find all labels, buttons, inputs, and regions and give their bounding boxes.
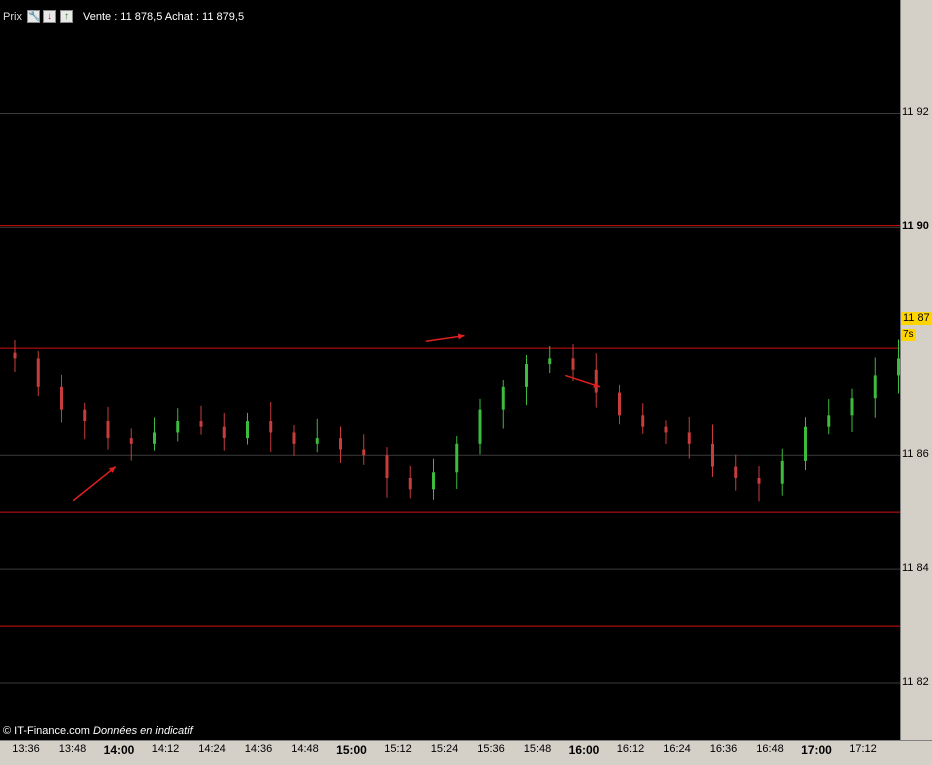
candle-body — [339, 438, 342, 450]
candle-body — [641, 415, 645, 427]
candle-body — [873, 375, 877, 399]
x-tick-label: 14:12 — [151, 743, 180, 755]
candle-body — [455, 443, 459, 473]
candle-body — [711, 443, 714, 467]
candle-body — [315, 438, 319, 444]
x-tick-label: 16:12 — [616, 743, 645, 755]
time-axis[interactable] — [0, 740, 932, 765]
annotation-arrows — [72, 333, 601, 502]
x-tick-label: 15:00 — [336, 743, 367, 757]
candle-body — [571, 358, 575, 370]
arrow-down-icon[interactable]: ↓ — [43, 10, 56, 23]
candle-body — [199, 421, 203, 427]
candle-body — [60, 386, 63, 410]
chart-header: Prix 🔧 ↓ ↑ Vente : 11 878,5 Achat : 11 8… — [0, 0, 900, 28]
candle-body — [525, 364, 528, 387]
grid-lines — [0, 112, 900, 684]
candle-body — [246, 421, 249, 439]
candle-body — [594, 369, 598, 393]
source-label: © IT-Finance.com — [3, 725, 90, 737]
prix-label: Prix — [3, 11, 22, 23]
y-tick-label: 11 90 — [902, 220, 929, 233]
candle-body — [501, 386, 505, 410]
x-tick-label: 14:36 — [244, 743, 273, 755]
horizontal-levels — [0, 225, 900, 627]
x-tick-label: 17:12 — [849, 743, 877, 755]
chart-plot-area — [0, 112, 900, 684]
y-tick-label: 11 86 — [902, 448, 929, 461]
candle-body — [432, 472, 435, 490]
candle-body — [618, 392, 621, 416]
candle-body — [83, 409, 87, 422]
bid-ask-quote: Vente : 11 878,5 Achat : 11 879,5 — [83, 11, 245, 23]
candle-body — [804, 426, 807, 461]
x-tick-label: 15:24 — [430, 743, 459, 755]
footer-credit: © IT-Finance.com Données en indicatif — [3, 725, 193, 737]
candle-body — [757, 477, 761, 484]
candle-body — [13, 352, 17, 359]
x-tick-label: 17:00 — [801, 743, 832, 757]
x-tick-label: 16:00 — [568, 743, 600, 757]
x-tick-label: 15:36 — [477, 743, 505, 755]
candle-body — [176, 421, 180, 433]
y-tick-label: 11 84 — [902, 562, 929, 575]
x-tick-label: 14:24 — [198, 743, 226, 755]
candle-body — [129, 438, 133, 444]
candle-body — [36, 358, 40, 387]
x-tick-label: 16:36 — [709, 743, 738, 755]
candle-body — [385, 455, 389, 478]
x-tick-label: 13:36 — [12, 743, 40, 755]
candle-body — [827, 415, 831, 427]
x-tick-label: 16:48 — [756, 743, 784, 755]
candle-body — [780, 460, 784, 484]
x-tick-label: 14:00 — [103, 743, 135, 757]
x-tick-label: 14:48 — [291, 743, 319, 755]
last-price-tag: 11 87 — [901, 312, 932, 325]
red-arrow-shaft — [72, 466, 117, 502]
candle-body — [408, 477, 412, 490]
y-tick-label: 11 92 — [902, 106, 929, 119]
disclaimer-label: Données en indicatif — [93, 725, 193, 737]
candle-body — [548, 358, 552, 365]
candle-body — [850, 398, 854, 416]
x-tick-label: 13:48 — [58, 743, 87, 755]
candle-body — [222, 426, 226, 439]
candle-body — [687, 432, 691, 444]
timer-tag: 7s — [901, 329, 916, 341]
candle-body — [106, 421, 110, 439]
x-tick-label: 15:12 — [384, 743, 412, 755]
candle-body — [269, 421, 273, 433]
wrench-icon[interactable]: 🔧 — [27, 10, 40, 23]
arrow-up-icon[interactable]: ↑ — [60, 10, 73, 23]
y-tick-label: 11 82 — [902, 676, 929, 689]
candle-body — [153, 432, 156, 444]
candle-body — [478, 409, 482, 444]
x-tick-label: 15:48 — [523, 743, 552, 755]
candle-body — [292, 432, 296, 444]
candle-body — [664, 426, 668, 433]
candle-body — [734, 466, 738, 478]
red-arrow-head — [457, 333, 465, 340]
candle-body — [362, 449, 366, 456]
x-tick-label: 16:24 — [663, 743, 691, 755]
